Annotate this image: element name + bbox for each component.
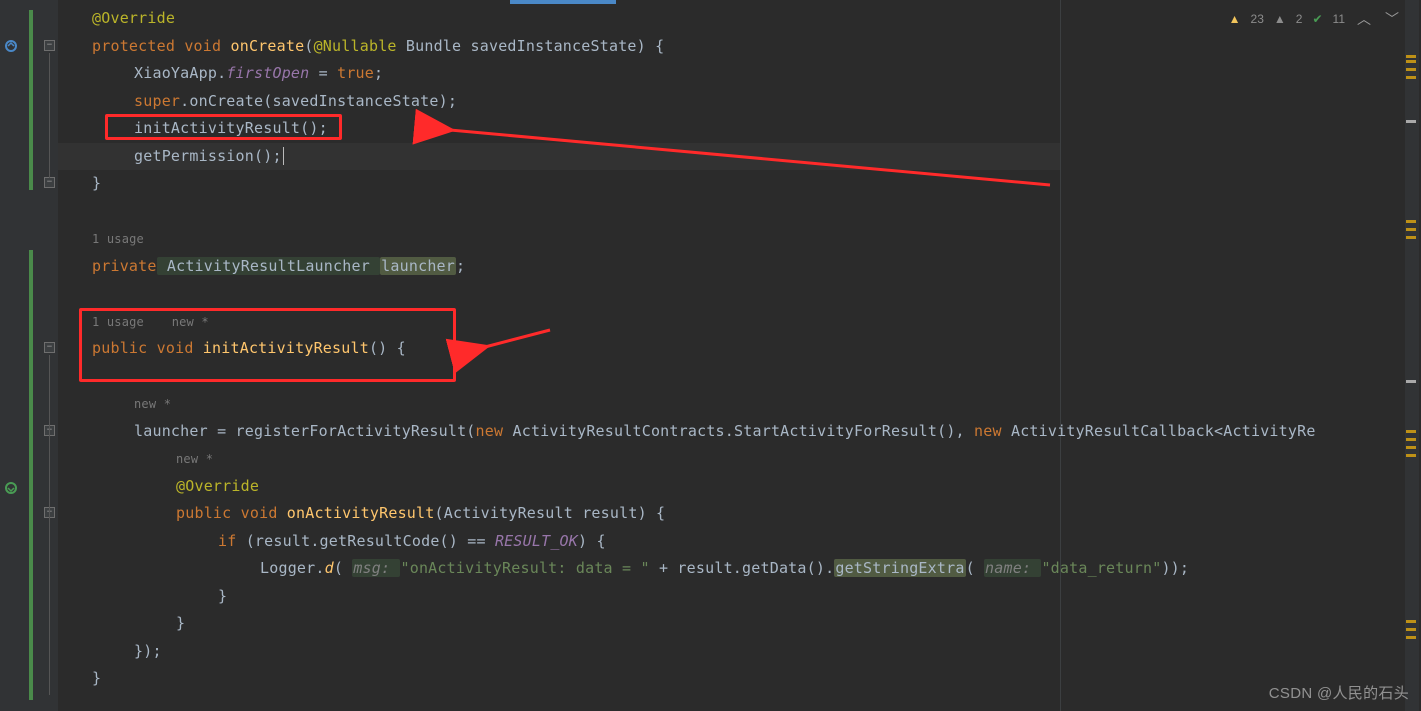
paren: ( [334,559,352,577]
method-name: onActivityResult [287,504,435,522]
field-ref: firstOpen [226,64,309,82]
fold-bar [49,53,50,178]
ok-check-icon: ✔ [1312,12,1322,26]
stripe-warning-mark[interactable] [1406,76,1416,79]
call-getPermission: getPermission(); [58,147,282,165]
next-highlight-button[interactable]: ﹀ [1383,9,1401,29]
vcs-hint[interactable]: new * [58,397,171,411]
active-tab-indicator [510,0,616,4]
kw-private: private [92,257,157,275]
kw-super: super [134,92,180,110]
annotation: @Override [58,9,175,27]
semi: ; [374,64,383,82]
code-text: Logger. [260,559,325,577]
type-ref: ActivityResultLauncher [157,257,381,275]
fold-bar [49,355,50,695]
stripe-warning-mark[interactable] [1406,438,1416,441]
warning-weak-count: 2 [1296,12,1303,26]
vcs-change-mark [29,250,33,700]
kw-protected: protected [92,37,175,55]
code-text: (result.getResultCode() == [236,532,494,550]
code-text: Bundle savedInstanceState) { [397,37,665,55]
override-gutter-icon[interactable] [3,480,17,494]
string-literal: "data_return" [1041,559,1161,577]
const-ref: RESULT_OK [495,532,578,550]
stripe-warning-mark[interactable] [1406,228,1416,231]
method-ref: getStringExtra [834,559,965,577]
annotation: @Override [58,477,259,495]
vcs-hint[interactable]: new * [58,452,213,466]
semi: ; [456,257,465,275]
fold-toggle-icon[interactable]: − [44,342,55,353]
prev-highlight-button[interactable]: ︿ [1355,9,1373,29]
editor-root: − − − − − @Override protected void onCre… [0,0,1421,711]
usages-hint[interactable]: 1 usage [58,232,144,246]
stripe-warning-mark[interactable] [1406,454,1416,457]
kw-void: void [241,504,278,522]
field-launcher: launcher [380,257,456,275]
stripe-warning-mark[interactable] [1406,60,1416,63]
editor-right-edge [1060,0,1061,711]
annotation-highlight-box [105,114,342,140]
override-gutter-icon[interactable] [3,38,17,52]
param-hint: name: [984,559,1041,577]
kw-if: if [218,532,236,550]
warning-strong-count: 23 [1251,12,1264,26]
stripe-warning-mark[interactable] [1406,628,1416,631]
kw-public: public [176,504,231,522]
code-text: launcher = registerForActivityResult( [134,422,476,440]
stripe-warning-mark[interactable] [1406,636,1416,639]
warning-strong-icon: ▲ [1229,12,1241,26]
paren: ( [966,559,984,577]
inspection-summary[interactable]: ▲ 23 ▲ 2 ✔ 11 ︿ ﹀ [1229,10,1401,28]
stripe-info-mark[interactable] [1406,380,1416,383]
kw-true: true [337,64,374,82]
brace: } [58,174,101,192]
kw-new: new [476,422,504,440]
brace: } [58,587,227,605]
error-stripe[interactable] [1405,0,1419,711]
ok-count: 11 [1333,12,1345,26]
brace: }); [58,642,162,660]
kw-void: void [184,37,221,55]
stripe-warning-mark[interactable] [1406,55,1416,58]
stripe-warning-mark[interactable] [1406,68,1416,71]
watermark-text: CSDN @人民的石头 [1269,682,1409,703]
vcs-change-mark [29,10,33,190]
code-text: (ActivityResult result) { [435,504,666,522]
fold-toggle-icon[interactable]: − [44,177,55,188]
stripe-warning-mark[interactable] [1406,220,1416,223]
text-caret [283,147,284,165]
class-ref: XiaoYaApp. [134,64,226,82]
kw-new: new [974,422,1002,440]
code-text: ActivityResultContracts.StartActivityFor… [503,422,974,440]
string-literal: "onActivityResult: data = " [400,559,649,577]
stripe-warning-mark[interactable] [1406,430,1416,433]
method-name: onCreate [230,37,304,55]
code-text: ActivityResultCallback<ActivityRe [1002,422,1316,440]
static-method: d [325,559,334,577]
brace: } [58,669,101,687]
gutter-icons [0,0,28,711]
warning-weak-icon: ▲ [1274,12,1286,26]
code-text: )); [1161,559,1189,577]
paren: ( [304,37,313,55]
param-hint: msg: [352,559,400,577]
code-text: .onCreate(savedInstanceState); [180,92,457,110]
stripe-warning-mark[interactable] [1406,620,1416,623]
fold-toggle-icon[interactable]: − [44,40,55,51]
code-text: ) { [578,532,606,550]
code-text: + result.getData(). [650,559,835,577]
stripe-warning-mark[interactable] [1406,236,1416,239]
stripe-warning-mark[interactable] [1406,446,1416,449]
annotation-highlight-box [79,308,456,382]
stripe-info-mark[interactable] [1406,120,1416,123]
code-text: = [309,64,337,82]
brace: } [58,614,185,632]
annotation: @Nullable [314,37,397,55]
